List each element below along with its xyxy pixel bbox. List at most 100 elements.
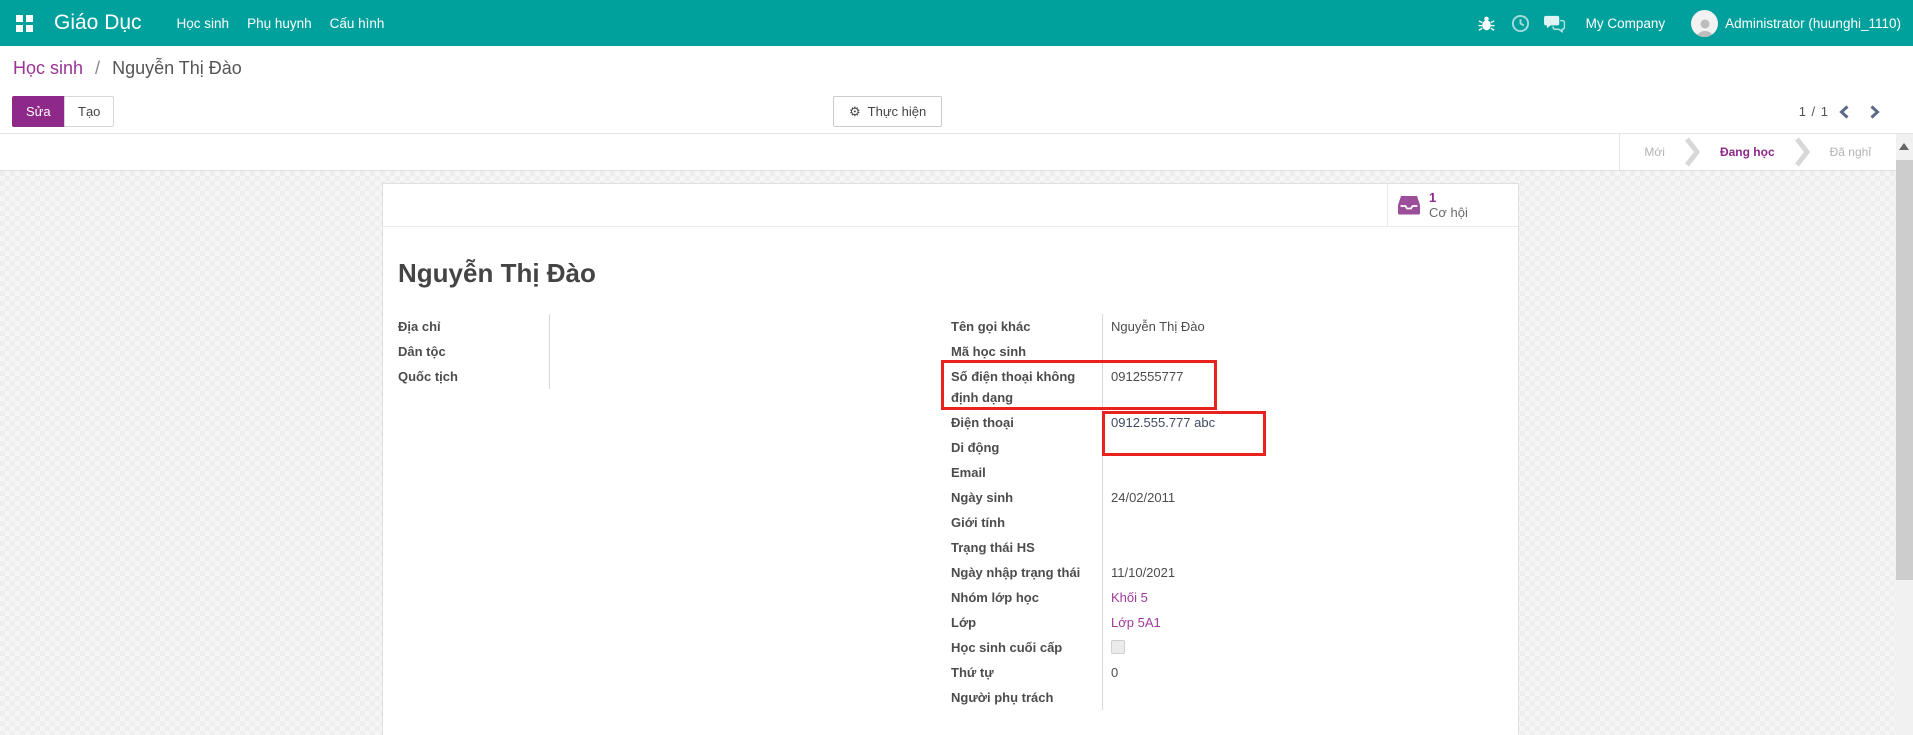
- field-row: Địa chỉ: [398, 314, 951, 339]
- field-row: Lớp Lớp 5A1: [951, 610, 1505, 635]
- create-button[interactable]: Tạo: [64, 96, 115, 127]
- field-label: Điện thoại: [951, 415, 1014, 430]
- field-label: Ngày sinh: [951, 490, 1014, 505]
- field-row: Ngày nhập trạng thái 11/10/2021: [951, 560, 1505, 585]
- pager: 1 / 1: [1799, 96, 1889, 127]
- checkbox-unchecked[interactable]: [1111, 640, 1125, 654]
- field-row: Di động: [951, 435, 1505, 460]
- control-panel: Học sinh / Nguyễn Thị Đào: [0, 46, 1913, 90]
- action-menu-label: Thực hiện: [867, 104, 927, 119]
- smart-button-count: 1: [1429, 190, 1437, 205]
- field-value: 24/02/2011: [1102, 485, 1505, 510]
- action-buttons-row: Sửa Tạo ⚙ Thực hiện 1 / 1: [0, 90, 1913, 134]
- field-value: [1102, 685, 1505, 710]
- menu-phu-huynh[interactable]: Phụ huynh: [238, 0, 321, 46]
- field-row: Trạng thái HS: [951, 535, 1505, 560]
- field-label: Quốc tịch: [398, 369, 458, 384]
- form-view-background: 1 Cơ hội Nguyễn Thị Đào Địa chỉ Dân tộc …: [0, 171, 1913, 735]
- field-value: 0: [1102, 660, 1505, 685]
- opportunities-smart-button[interactable]: 1 Cơ hội: [1387, 184, 1518, 226]
- breadcrumb-parent-link[interactable]: Học sinh: [13, 58, 83, 78]
- top-navbar: Giáo Dục Học sinh Phụ huynh Cấu hình My …: [0, 0, 1913, 46]
- field-label: Lớp: [951, 615, 977, 630]
- user-menu[interactable]: Administrator (huunghi_1110): [1725, 16, 1903, 31]
- field-row: Thứ tự 0: [951, 660, 1505, 685]
- pager-previous-button[interactable]: [1829, 96, 1859, 127]
- inbox-icon: [1398, 196, 1420, 215]
- edit-button[interactable]: Sửa: [12, 96, 65, 127]
- apps-menu-button[interactable]: [0, 0, 48, 46]
- breadcrumb-current: Nguyễn Thị Đào: [112, 57, 242, 78]
- field-value: [1102, 635, 1505, 660]
- field-row: Số điện thoại không định dạng 0912555777: [951, 364, 1505, 410]
- field-value: 0912555777: [1102, 364, 1505, 410]
- field-label: Số điện thoại không định dạng: [951, 369, 1076, 405]
- activities-clock-icon[interactable]: [1504, 0, 1538, 46]
- field-row: Học sinh cuối cấp: [951, 635, 1505, 660]
- left-field-group: Địa chỉ Dân tộc Quốc tịch: [398, 314, 951, 710]
- field-label: Người phụ trách: [951, 690, 1054, 705]
- field-label: Giới tính: [951, 515, 1006, 530]
- field-row: Dân tộc: [398, 339, 951, 364]
- field-value-link[interactable]: Khối 5: [1102, 585, 1505, 610]
- breadcrumb: Học sinh / Nguyễn Thị Đào: [13, 58, 242, 79]
- field-row: Quốc tịch: [398, 364, 951, 389]
- field-value: [1102, 535, 1505, 560]
- menu-cau-hinh[interactable]: Cấu hình: [321, 0, 394, 46]
- form-fields: Địa chỉ Dân tộc Quốc tịch Tên gọi khác N…: [398, 314, 1505, 710]
- field-label: Học sinh cuối cấp: [951, 640, 1063, 655]
- field-label: Di động: [951, 440, 1000, 455]
- messages-chat-icon[interactable]: [1538, 0, 1572, 46]
- field-value: [549, 314, 951, 339]
- apps-grid-icon: [15, 14, 33, 32]
- field-label: Email: [951, 465, 986, 480]
- field-row: Người phụ trách: [951, 685, 1505, 710]
- field-value-phone[interactable]: 0912.555.777 abc: [1102, 410, 1505, 435]
- field-row: Giới tính: [951, 510, 1505, 535]
- field-label: Thứ tự: [951, 665, 994, 680]
- gear-icon: ⚙: [849, 103, 861, 119]
- navbar-right: My Company Administrator (huunghi_1110): [1470, 0, 1913, 46]
- breadcrumb-separator: /: [95, 57, 101, 78]
- action-menu-button[interactable]: ⚙ Thực hiện: [833, 96, 943, 127]
- stage-dang-hoc[interactable]: Đang học: [1700, 145, 1795, 159]
- pager-value: 1 / 1: [1798, 104, 1829, 119]
- stage-da-nghi[interactable]: Đã nghỉ: [1810, 145, 1891, 159]
- field-value: [1102, 435, 1505, 460]
- stage-arrow-icon: [1684, 137, 1700, 167]
- app-title: Giáo Dục: [54, 11, 142, 34]
- field-label: Ngày nhập trạng thái: [951, 565, 1081, 580]
- record-title: Nguyễn Thị Đào: [398, 258, 596, 288]
- field-value: 11/10/2021: [1102, 560, 1505, 585]
- pager-next-button[interactable]: [1859, 96, 1889, 127]
- button-box: 1 Cơ hội: [383, 184, 1518, 227]
- user-avatar[interactable]: [1691, 9, 1719, 37]
- stage-buttons: Mới Đang học Đã nghỉ: [1619, 134, 1891, 170]
- field-value-link[interactable]: Lớp 5A1: [1102, 610, 1505, 635]
- field-value: [549, 364, 951, 389]
- field-value: Nguyễn Thị Đào: [1102, 314, 1505, 339]
- field-value: [1102, 339, 1505, 364]
- field-value: [549, 339, 951, 364]
- main-menu: Học sinh Phụ huynh Cấu hình: [168, 0, 394, 46]
- field-label: Địa chỉ: [398, 319, 441, 334]
- field-label: Mã học sinh: [951, 344, 1027, 359]
- scrollbar-up-arrow-icon[interactable]: [1899, 143, 1909, 150]
- field-row: Mã học sinh: [951, 339, 1505, 364]
- smart-button-label: Cơ hội: [1429, 205, 1468, 220]
- field-label: Trạng thái HS: [951, 540, 1035, 555]
- vertical-scrollbar[interactable]: [1896, 134, 1913, 735]
- field-row: Nhóm lớp học Khối 5: [951, 585, 1505, 610]
- field-label: Nhóm lớp học: [951, 590, 1039, 605]
- stage-arrow-icon: [1794, 137, 1810, 167]
- field-label: Dân tộc: [398, 344, 446, 359]
- debug-bug-icon[interactable]: [1470, 0, 1504, 46]
- stage-moi[interactable]: Mới: [1624, 145, 1685, 159]
- field-label: Tên gọi khác: [951, 319, 1031, 334]
- field-value: [1102, 510, 1505, 535]
- field-value: [1102, 460, 1505, 485]
- company-switcher[interactable]: My Company: [1586, 16, 1666, 31]
- menu-hoc-sinh[interactable]: Học sinh: [168, 0, 239, 46]
- right-field-group: Tên gọi khác Nguyễn Thị Đào Mã học sinh …: [951, 314, 1505, 710]
- scrollbar-thumb[interactable]: [1896, 160, 1913, 580]
